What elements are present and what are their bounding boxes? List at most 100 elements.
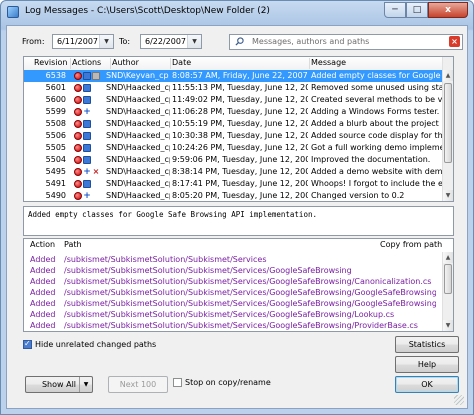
message-cell: Changed version to 0.2 [311, 191, 405, 200]
revision-cell: 5600 [45, 95, 66, 104]
revision-cell: 5506 [45, 131, 66, 140]
path-cell: /subkismet/SubkismetSolution/Subkismet/S… [64, 288, 436, 297]
help-button[interactable]: Help [395, 356, 459, 373]
date-cell: 8:38:14 PM, Tuesday, June 12, 2007 [172, 167, 308, 176]
column-header-action[interactable]: Action [30, 240, 55, 249]
stop-on-copy-label: Stop on copy/rename [185, 378, 271, 387]
path-cell: /subkismet/SubkismetSolution/Subkismet/S… [64, 310, 395, 319]
file-icon [83, 144, 91, 152]
file-icon [83, 96, 91, 104]
table-row[interactable]: 5506 SND\Haacked_cp 10:30:38 PM, Tuesday, … [24, 130, 453, 142]
date-cell: 10:55:19 PM, Tuesday, June 12, 2007 [172, 119, 308, 128]
search-input[interactable]: Messages, authors and paths × [229, 34, 463, 50]
revision-cell: 5495 [45, 167, 66, 176]
revision-cell: 5599 [45, 107, 66, 116]
title-bar[interactable]: Log Messages - C:\Users\Scott\Desktop\Ne… [1, 1, 473, 23]
author-cell: SND\Haacked_cp [106, 83, 170, 92]
modified-icon [74, 192, 82, 200]
author-cell: SND\Haacked_cp [106, 107, 170, 116]
message-cell: Created several methods to be virtual. [311, 95, 443, 104]
path-action-cell: Added [30, 310, 56, 319]
date-cell: 11:06:28 PM, Tuesday, June 12, 2007 [172, 107, 308, 116]
maximize-button[interactable]: □ [406, 2, 428, 18]
path-action-cell: Added [30, 255, 56, 264]
hide-unrelated-checkbox[interactable] [23, 339, 32, 349]
path-cell: /subkismet/SubkismetSolution/Subkismet/S… [64, 266, 352, 275]
path-action-cell: Added [30, 266, 56, 275]
log-table: Revision Actions Author Date Message 653… [23, 56, 454, 202]
message-cell: Improved the documentation. [311, 155, 431, 164]
file-icon [83, 132, 91, 140]
list-item[interactable]: Added/subkismet/SubkismetSolution/Subkis… [24, 320, 453, 331]
minimize-button[interactable]: ─ [384, 2, 406, 18]
scroll-down-icon[interactable]: ▼ [443, 320, 453, 331]
date-cell: 8:08:57 AM, Friday, June 22, 2007 [172, 71, 308, 80]
folder-icon [92, 72, 100, 80]
from-label: From: [22, 37, 45, 46]
revision-cell: 5508 [45, 119, 66, 128]
revision-cell: 5491 [45, 179, 66, 188]
message-cell: Added a demo website with demonstration [311, 167, 443, 176]
file-icon [83, 72, 91, 80]
next-100-button[interactable]: Next 100 [108, 376, 168, 393]
path-action-cell: Added [30, 277, 56, 286]
table-row[interactable]: 5504 SND\Haacked_cp 9:59:06 PM, Tuesday, J… [24, 154, 453, 166]
scroll-thumb[interactable] [444, 83, 452, 163]
table-row[interactable]: 5491 SND\Haacked_cp 8:17:41 PM, Tuesday, J… [24, 178, 453, 190]
table-row[interactable]: 5599 + SND\Haacked_cp 11:06:28 PM, Tuesday,… [24, 106, 453, 118]
chevron-down-icon[interactable]: ▼ [187, 35, 201, 48]
stop-on-copy-checkbox[interactable] [173, 378, 182, 387]
modified-icon [74, 96, 82, 104]
added-icon: + [83, 167, 91, 177]
date-cell: 9:59:06 PM, Tuesday, June 12, 2007 [172, 155, 308, 164]
revision-cell: 6538 [45, 71, 66, 80]
search-icon[interactable] [235, 37, 244, 46]
message-detail[interactable]: Added empty classes for Google Safe Brow… [23, 206, 454, 236]
column-header-path[interactable]: Path [64, 240, 82, 249]
scroll-up-icon[interactable]: ▲ [443, 70, 453, 81]
show-all-button[interactable]: Show All ▼ [25, 376, 93, 393]
column-header-copy-from-path[interactable]: Copy from path [380, 240, 442, 249]
from-date-picker[interactable]: 6/11/2007 ▼ [52, 34, 114, 49]
table-row[interactable]: 5600 SND\Haacked_cp 11:49:02 PM, Tuesday, … [24, 94, 453, 106]
window-title: Log Messages - C:\Users\Scott\Desktop\Ne… [25, 6, 270, 16]
column-header-author[interactable]: Author [112, 58, 139, 67]
table-row[interactable]: 6538 SND\Keyvan_cp 8:08:57 AM, Friday, Jun… [24, 70, 453, 82]
changed-paths-table: Action Path Copy from path Added/subkism… [23, 238, 454, 332]
modified-icon [74, 72, 82, 80]
column-header-message[interactable]: Message [311, 58, 346, 67]
scroll-down-icon[interactable]: ▼ [443, 190, 453, 201]
paths-table-header: Action Path Copy from path [24, 239, 453, 252]
resize-grip-icon[interactable] [454, 395, 464, 405]
table-row[interactable]: 5490 + SND\Haacked_cp 8:05:20 PM, Tuesday, … [24, 190, 453, 201]
column-header-actions[interactable]: Actions [72, 58, 101, 67]
ok-button[interactable]: OK [395, 376, 459, 393]
message-cell: Added a blurb about the project page. [311, 119, 443, 128]
author-cell: SND\Haacked_cp [106, 167, 170, 176]
table-row[interactable]: 5505 SND\Haacked_cp 10:24:26 PM, Tuesday, … [24, 142, 453, 154]
scroll-thumb[interactable] [444, 264, 452, 294]
table-row[interactable]: 5495 + × SND\Haacked_cp 8:38:14 PM, Tuesday,… [24, 166, 453, 178]
column-header-revision[interactable]: Revision [34, 58, 67, 67]
table-row[interactable]: 5508 SND\Haacked_cp 10:55:19 PM, Tuesday, … [24, 118, 453, 130]
date-cell: 11:49:02 PM, Tuesday, June 12, 2007 [172, 95, 308, 104]
added-icon: + [83, 107, 91, 117]
statistics-button[interactable]: Statistics [395, 336, 459, 353]
modified-icon [74, 132, 82, 140]
chevron-down-icon[interactable]: ▼ [99, 35, 113, 48]
message-cell: Added empty classes for Google Safe Brow… [311, 71, 443, 80]
clear-icon[interactable]: × [449, 36, 460, 47]
file-icon [83, 180, 91, 188]
column-header-date[interactable]: Date [172, 58, 191, 67]
chevron-down-icon[interactable]: ▼ [79, 377, 92, 392]
to-date-picker[interactable]: 6/22/2007 ▼ [140, 34, 202, 49]
path-cell: /subkismet/SubkismetSolution/Subkismet/S… [64, 321, 418, 330]
paths-table-scrollbar[interactable]: ▲ ▼ [442, 252, 453, 331]
close-button[interactable]: x [428, 2, 468, 18]
scroll-up-icon[interactable]: ▲ [443, 252, 453, 263]
log-table-scrollbar[interactable]: ▲ ▼ [442, 57, 453, 201]
file-icon [83, 120, 91, 128]
table-row[interactable]: 5601 SND\Haacked_cp 11:55:13 PM, Tuesday, … [24, 82, 453, 94]
show-all-label: Show All [41, 380, 77, 389]
modified-icon [74, 144, 82, 152]
